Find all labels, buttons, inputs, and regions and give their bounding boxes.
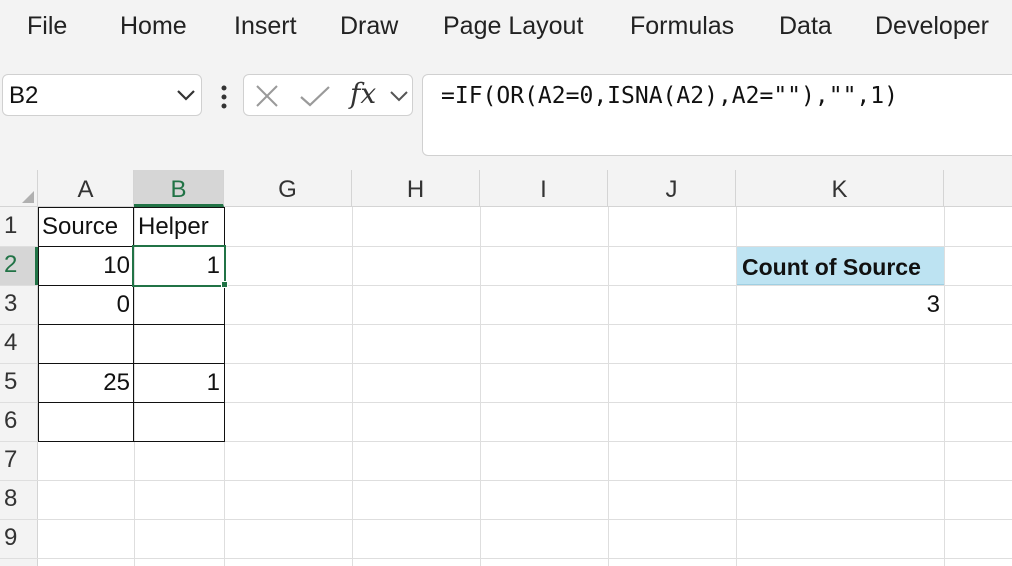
select-all-triangle-icon [22,191,34,203]
active-cell-selection[interactable] [132,245,226,287]
row-header-3[interactable]: 3 [0,285,38,324]
enter-check-icon[interactable] [298,83,332,109]
row-header-1[interactable]: 1 [0,207,38,246]
cell-b1[interactable]: Helper [134,208,224,246]
chevron-down-icon[interactable] [388,86,410,106]
ribbon-tabs: File Home Insert Draw Page Layout Formul… [0,0,1012,58]
row-header-2[interactable]: 2 [0,246,38,285]
cell-a2[interactable]: 10 [38,247,134,285]
fill-handle[interactable] [221,281,228,288]
tab-page-layout[interactable]: Page Layout [443,12,583,41]
worksheet-grid[interactable]: A B G H I J K 1 2 3 4 5 6 7 8 9 Count of… [0,170,1012,566]
formula-text: =IF(OR(A2=0,ISNA(A2),A2=""),"",1) [441,83,898,109]
cell-a1[interactable]: Source [38,208,134,246]
tab-data[interactable]: Data [779,12,832,41]
col-header-i[interactable]: I [480,170,608,207]
name-box-value: B2 [9,82,39,109]
tab-formulas[interactable]: Formulas [630,12,734,41]
col-header-b[interactable]: B [134,170,224,207]
gridline [480,207,481,566]
cell-a5[interactable]: 25 [38,364,134,402]
row-header-5[interactable]: 5 [0,363,38,402]
formula-bar-area: B2 fx =IF(OR(A2=0,ISNA(A2),A2=""),"",1) [0,58,1012,170]
gridline [0,519,1012,520]
gridline [944,207,945,566]
col-header-next[interactable] [944,170,1012,207]
tab-home[interactable]: Home [120,12,187,41]
cell-a3[interactable]: 0 [38,286,134,324]
gridline [0,558,1012,559]
row-header-4[interactable]: 4 [0,324,38,363]
tab-insert[interactable]: Insert [234,12,297,41]
name-box[interactable]: B2 [2,74,202,116]
col-header-a[interactable]: A [38,170,134,207]
formula-controls: fx [243,74,413,116]
col-header-k[interactable]: K [736,170,944,207]
tab-developer[interactable]: Developer [875,12,989,41]
select-all-corner[interactable] [0,170,38,207]
cell-k3[interactable]: 3 [736,286,944,324]
gridline [352,207,353,566]
table-divider [38,324,225,325]
col-header-h[interactable]: H [352,170,480,207]
pivot-header-count-of-source[interactable]: Count of Source [737,247,944,285]
insert-function-icon[interactable]: fx [350,77,376,110]
col-header-g[interactable]: G [224,170,352,207]
formula-input[interactable]: =IF(OR(A2=0,ISNA(A2),A2=""),"",1) [422,74,1012,156]
tab-draw[interactable]: Draw [340,12,398,41]
row-header-7[interactable]: 7 [0,441,38,480]
gridline [608,207,609,566]
chevron-down-icon[interactable] [175,85,197,105]
row-header-8[interactable]: 8 [0,480,38,519]
cancel-icon[interactable] [254,83,280,109]
row-header-6[interactable]: 6 [0,402,38,441]
table-divider [38,402,225,403]
gridline [0,480,1012,481]
more-options-icon[interactable] [212,84,236,110]
cell-b5[interactable]: 1 [134,364,224,402]
col-header-j[interactable]: J [608,170,736,207]
tab-file[interactable]: File [27,12,67,41]
